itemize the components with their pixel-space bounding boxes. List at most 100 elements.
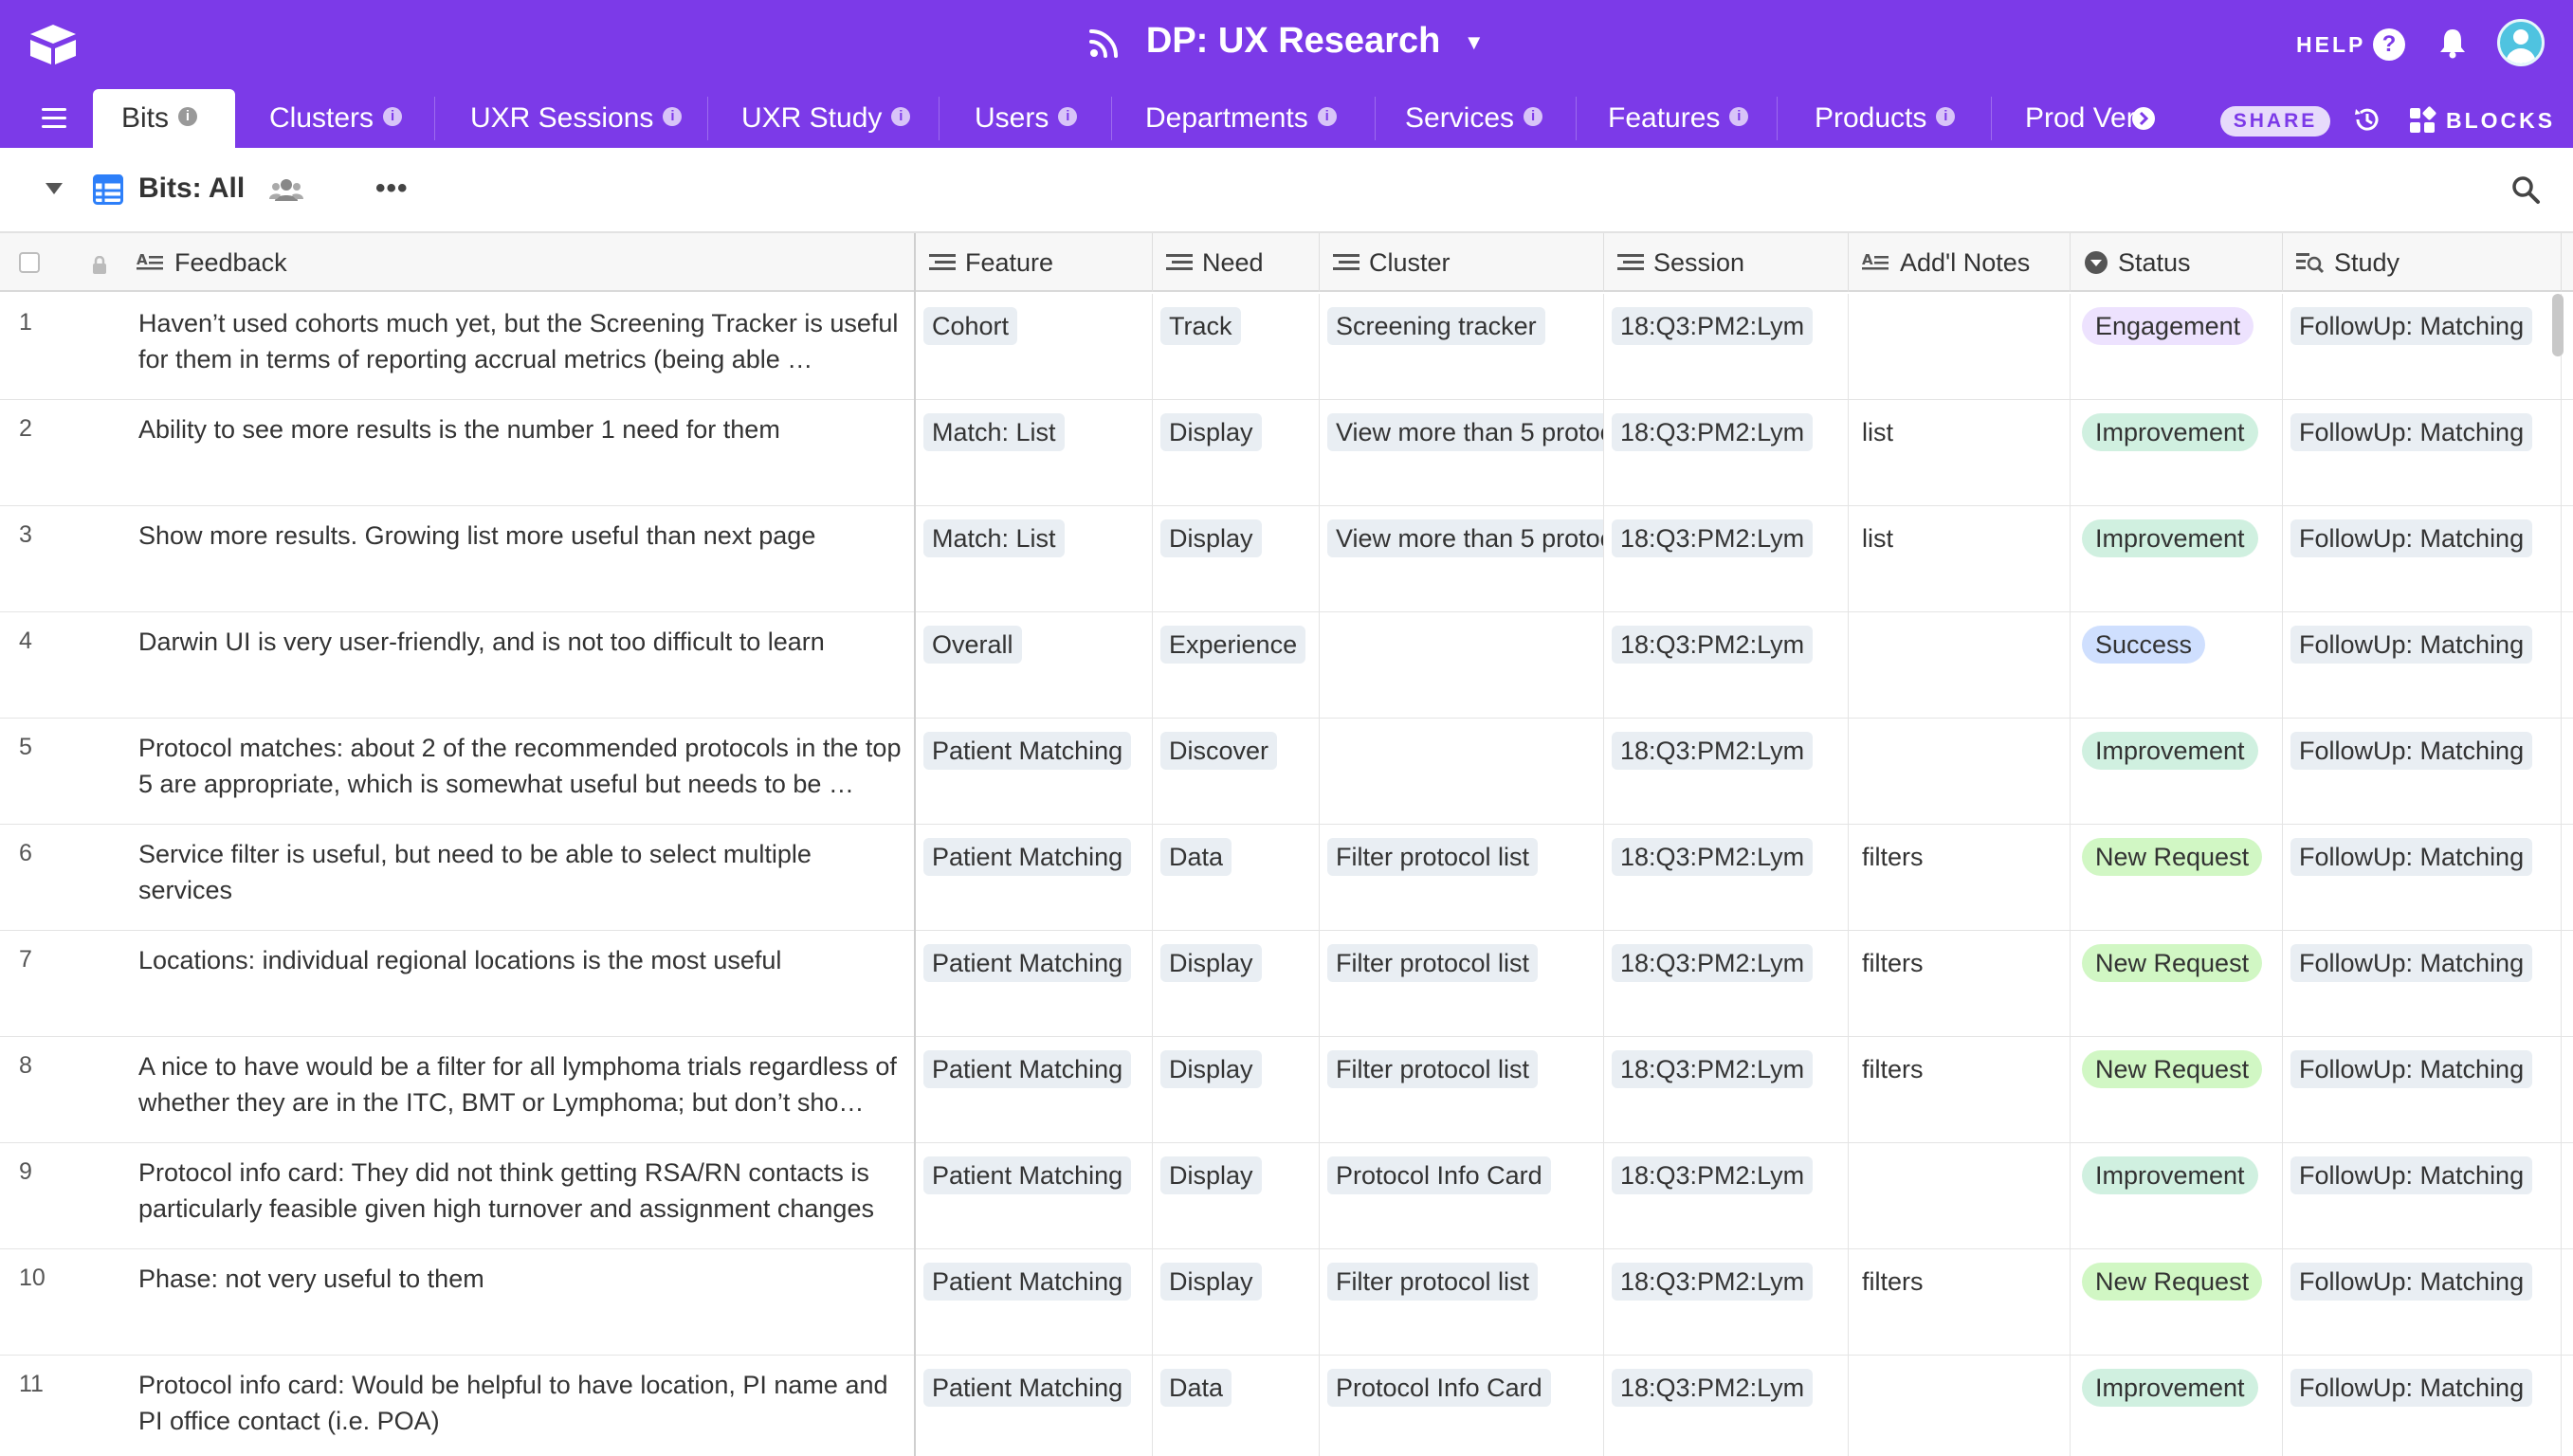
menu-icon[interactable] xyxy=(42,108,66,134)
info-icon[interactable]: i xyxy=(1058,107,1078,127)
avatar[interactable] xyxy=(2497,19,2545,66)
need-chip[interactable]: Display xyxy=(1160,944,1262,982)
cell-cluster[interactable] xyxy=(1320,719,1604,825)
cell-feature[interactable]: Match: List xyxy=(916,400,1153,506)
cell-feedback[interactable]: Darwin UI is very user-friendly, and is … xyxy=(0,612,916,719)
column-header-notes[interactable]: A Add'l Notes xyxy=(1849,233,2071,292)
cell-session[interactable]: 18:Q3:PM2:Lym xyxy=(1604,1356,1849,1456)
cell-session[interactable]: 18:Q3:PM2:Lym xyxy=(1604,506,1849,612)
study-chip[interactable]: FollowUp: Matching xyxy=(2290,732,2533,770)
feature-chip[interactable]: Patient Matching xyxy=(923,1156,1132,1194)
info-icon[interactable]: i xyxy=(178,107,198,127)
column-header-feature[interactable]: Feature xyxy=(916,233,1153,292)
cell-study[interactable]: FollowUp: Matching xyxy=(2283,400,2562,506)
cell-need[interactable]: Display xyxy=(1153,1143,1320,1249)
study-chip[interactable]: FollowUp: Matching xyxy=(2290,626,2533,664)
need-chip[interactable]: Track xyxy=(1160,307,1241,345)
cluster-chip[interactable]: Filter protocol list xyxy=(1327,1050,1539,1088)
need-chip[interactable]: Data xyxy=(1160,838,1232,876)
more-options-icon[interactable]: ••• xyxy=(375,173,409,205)
cell-cluster[interactable]: Filter protocol list xyxy=(1320,825,1604,931)
feature-chip[interactable]: Patient Matching xyxy=(923,944,1132,982)
view-name[interactable]: Bits: All xyxy=(138,173,245,205)
base-title-wrap[interactable]: DP: UX Research ▼ xyxy=(0,21,2573,62)
tab-products[interactable]: Products i xyxy=(1786,89,1985,148)
cluster-chip[interactable]: Filter protocol list xyxy=(1327,944,1539,982)
cell-notes[interactable] xyxy=(1849,1356,2071,1456)
cell-feedback[interactable]: Service filter is useful, but need to be… xyxy=(0,825,916,931)
feature-chip[interactable]: Match: List xyxy=(923,519,1065,557)
need-chip[interactable]: Display xyxy=(1160,1263,1262,1301)
cell-feedback[interactable]: Haven’t used cohorts much yet, but the S… xyxy=(0,294,916,400)
blocks-button[interactable]: BLOCKS xyxy=(2446,108,2555,134)
cell-feedback[interactable]: Phase: not very useful to them xyxy=(0,1249,916,1356)
cluster-chip[interactable]: Protocol Info Card xyxy=(1327,1369,1551,1407)
info-icon[interactable]: i xyxy=(383,107,403,127)
cell-study[interactable]: FollowUp: Matching xyxy=(2283,612,2562,719)
feature-chip[interactable]: Cohort xyxy=(923,307,1018,345)
cell-feedback[interactable]: Locations: individual regional locations… xyxy=(0,931,916,1037)
session-chip[interactable]: 18:Q3:PM2:Lym xyxy=(1612,732,1814,770)
status-badge[interactable]: New Request xyxy=(2082,1050,2263,1088)
feature-chip[interactable]: Patient Matching xyxy=(923,1263,1132,1301)
cell-cluster[interactable]: Filter protocol list xyxy=(1320,1249,1604,1356)
session-chip[interactable]: 18:Q3:PM2:Lym xyxy=(1612,838,1814,876)
tab-services[interactable]: Services i xyxy=(1377,89,1566,148)
need-chip[interactable]: Discover xyxy=(1160,732,1278,770)
cell-status[interactable]: Improvement xyxy=(2071,719,2283,825)
cell-need[interactable]: Display xyxy=(1153,1037,1320,1143)
status-badge[interactable]: New Request xyxy=(2082,838,2263,876)
cluster-chip[interactable]: Filter protocol list xyxy=(1327,1263,1539,1301)
table-row[interactable]: 5 Protocol matches: about 2 of the recomm… xyxy=(0,719,2573,825)
cell-status[interactable]: Improvement xyxy=(2071,400,2283,506)
study-chip[interactable]: FollowUp: Matching xyxy=(2290,1156,2533,1194)
session-chip[interactable]: 18:Q3:PM2:Lym xyxy=(1612,1156,1814,1194)
cell-study[interactable]: FollowUp: Matching xyxy=(2283,1356,2562,1456)
feature-chip[interactable]: Overall xyxy=(923,626,1022,664)
cell-cluster[interactable]: Screening tracker xyxy=(1320,294,1604,400)
feature-chip[interactable]: Patient Matching xyxy=(923,838,1132,876)
cell-session[interactable]: 18:Q3:PM2:Lym xyxy=(1604,400,1849,506)
status-badge[interactable]: New Request xyxy=(2082,1263,2263,1301)
cell-need[interactable]: Display xyxy=(1153,931,1320,1037)
status-badge[interactable]: Improvement xyxy=(2082,1369,2258,1407)
view-menu-chevron-icon[interactable] xyxy=(46,183,63,194)
cell-need[interactable]: Data xyxy=(1153,1356,1320,1456)
cell-study[interactable]: FollowUp: Matching xyxy=(2283,719,2562,825)
cell-session[interactable]: 18:Q3:PM2:Lym xyxy=(1604,1143,1849,1249)
cell-feature[interactable]: Patient Matching xyxy=(916,1037,1153,1143)
status-badge[interactable]: Success xyxy=(2082,626,2206,664)
share-button[interactable]: SHARE xyxy=(2220,106,2330,136)
info-icon[interactable]: i xyxy=(1317,107,1337,127)
cell-feedback[interactable]: Ability to see more results is the numbe… xyxy=(0,400,916,506)
cell-cluster[interactable] xyxy=(1320,612,1604,719)
session-chip[interactable]: 18:Q3:PM2:Lym xyxy=(1612,1263,1814,1301)
column-header-need[interactable]: Need xyxy=(1153,233,1320,292)
cluster-chip[interactable]: Screening tracker xyxy=(1327,307,1545,345)
info-icon[interactable]: i xyxy=(1936,107,1956,127)
cell-cluster[interactable]: View more than 5 protocols xyxy=(1320,506,1604,612)
search-icon[interactable] xyxy=(2510,174,2541,205)
study-chip[interactable]: FollowUp: Matching xyxy=(2290,1369,2533,1407)
session-chip[interactable]: 18:Q3:PM2:Lym xyxy=(1612,1369,1814,1407)
cell-feature[interactable]: Patient Matching xyxy=(916,825,1153,931)
cell-session[interactable]: 18:Q3:PM2:Lym xyxy=(1604,719,1849,825)
help-icon[interactable]: ? xyxy=(2373,28,2405,61)
grid-view-icon[interactable] xyxy=(93,174,123,205)
study-chip[interactable]: FollowUp: Matching xyxy=(2290,1050,2533,1088)
info-icon[interactable]: i xyxy=(663,107,683,127)
cell-need[interactable]: Experience xyxy=(1153,612,1320,719)
cell-study[interactable]: FollowUp: Matching xyxy=(2283,294,2562,400)
cell-need[interactable]: Track xyxy=(1153,294,1320,400)
status-badge[interactable]: Engagement xyxy=(2082,307,2254,345)
cell-status[interactable]: Engagement xyxy=(2071,294,2283,400)
need-chip[interactable]: Display xyxy=(1160,1050,1262,1088)
cell-feature[interactable]: Patient Matching xyxy=(916,1356,1153,1456)
cell-feedback[interactable]: Show more results. Growing list more use… xyxy=(0,506,916,612)
cell-feedback[interactable]: Protocol matches: about 2 of the recomme… xyxy=(0,719,916,825)
status-badge[interactable]: Improvement xyxy=(2082,519,2258,557)
cell-feature[interactable]: Patient Matching xyxy=(916,1143,1153,1249)
cell-status[interactable]: New Request xyxy=(2071,1037,2283,1143)
cluster-chip[interactable]: Filter protocol list xyxy=(1327,838,1539,876)
cell-cluster[interactable]: Filter protocol list xyxy=(1320,1037,1604,1143)
